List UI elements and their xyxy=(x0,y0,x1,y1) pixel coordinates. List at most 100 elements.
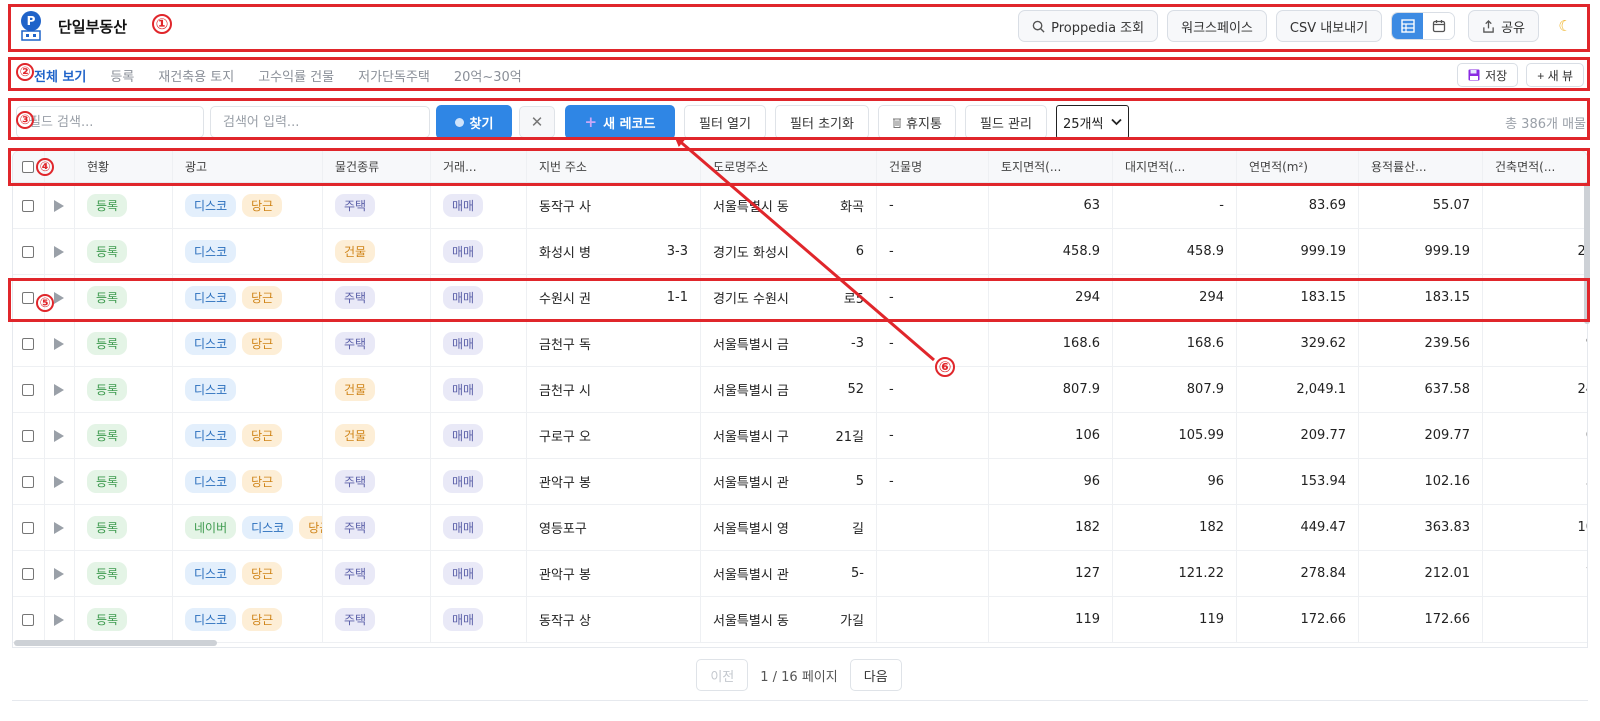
grid-view-icon[interactable] xyxy=(1392,13,1424,39)
land-area-value: 127 xyxy=(1075,566,1100,581)
column-header[interactable]: 연면적(m²) xyxy=(1237,151,1359,182)
tab-registered[interactable]: 등록 xyxy=(110,66,134,85)
jibun-address-text: 관악구 봉 xyxy=(539,568,591,583)
road-address-tail: 21길 xyxy=(835,430,864,445)
property-type-cell: 건물 xyxy=(323,229,431,274)
property-type-badge: 건물 xyxy=(335,378,376,401)
table-row[interactable]: 등록 디스코 당근 주택 매매 관악구 봉 서울특별시 관 5 - 96 96 153.94 102.1… xyxy=(13,459,1587,505)
expand-triangle-icon[interactable] xyxy=(54,475,64,488)
page-size-select[interactable]: 25개씩 xyxy=(1056,105,1130,139)
table-row[interactable]: 등록 디스코 당근 주택 매매 동작구 상 서울특별시 동 가길 119 119 172.66 172… xyxy=(13,597,1587,643)
calendar-view-icon[interactable] xyxy=(1423,13,1455,39)
row-checkbox[interactable] xyxy=(22,245,34,258)
status-cell: 등록 xyxy=(75,505,173,550)
column-header[interactable]: 현황 xyxy=(75,151,173,182)
horizontal-scrollbar[interactable] xyxy=(14,640,217,646)
row-checkbox[interactable] xyxy=(22,337,34,350)
column-header[interactable]: 건축면적(... xyxy=(1483,151,1587,182)
row-select-cell xyxy=(13,229,45,274)
row-checkbox[interactable] xyxy=(22,383,34,396)
table-row[interactable]: 등록 디스코 건물 매매 금천구 시 서울특별시 금 52 - 807.9 807.9 2,049.… xyxy=(13,367,1587,413)
share-icon xyxy=(1483,19,1494,33)
table-row[interactable]: 등록 디스코 당근 주택 매매 관악구 봉 서울특별시 관 5- 127 121.22 278.84… xyxy=(13,551,1587,597)
new-record-button[interactable]: + 새 레코드 xyxy=(565,105,675,139)
find-button[interactable]: 찾기 xyxy=(436,105,512,139)
expand-triangle-icon[interactable] xyxy=(54,199,64,212)
column-header[interactable]: 토지면적(... xyxy=(989,151,1113,182)
floor-area-value: 172.66 xyxy=(1300,612,1347,627)
row-checkbox[interactable] xyxy=(22,199,34,212)
far-area-value: 172.66 xyxy=(1424,612,1471,627)
tab-price-range[interactable]: 20억~30억 xyxy=(454,66,522,85)
table-row[interactable]: 등록 네이버디스코당근 주택 매매 영등포구 서울특별시 영 길 182 182 449.47 36… xyxy=(13,505,1587,551)
row-checkbox[interactable] xyxy=(22,613,34,626)
clear-search-button[interactable]: ✕ xyxy=(519,106,555,138)
expand-triangle-icon[interactable] xyxy=(54,245,64,258)
table-row[interactable]: 등록 디스코 당근 주택 매매 금천구 독 서울특별시 금 -3 - 168.6 168.6 329.… xyxy=(13,321,1587,367)
tab-low-price-house[interactable]: 저가단독주택 xyxy=(358,66,430,85)
expand-triangle-icon[interactable] xyxy=(54,521,64,534)
floor-area-value: 83.69 xyxy=(1308,198,1346,213)
column-header[interactable]: 도로명주소 xyxy=(701,151,877,182)
column-header[interactable]: 광고 xyxy=(173,151,323,182)
row-checkbox[interactable] xyxy=(22,567,34,580)
new-view-button[interactable]: + 새 뷰 xyxy=(1526,63,1584,87)
row-checkbox[interactable] xyxy=(22,291,34,304)
expand-triangle-icon[interactable] xyxy=(54,429,64,442)
csv-export-button[interactable]: CSV 내보내기 xyxy=(1275,10,1383,42)
building-name-text: - xyxy=(889,474,894,489)
next-page-button[interactable]: 다음 xyxy=(849,659,902,691)
land-area-value-cell: 168.6 xyxy=(989,321,1113,366)
open-filter-button[interactable]: 필터 열기 xyxy=(684,105,766,139)
save-view-button[interactable]: 저장 xyxy=(1457,63,1519,87)
column-header[interactable]: 거래... xyxy=(431,151,527,182)
row-select-cell xyxy=(13,183,45,228)
expand-triangle-icon[interactable] xyxy=(54,613,64,626)
road-address-text: 서울특별시 영 xyxy=(713,522,789,537)
manage-fields-button[interactable]: 필드 관리 xyxy=(965,105,1047,139)
column-header[interactable]: 물건종류 xyxy=(323,151,431,182)
road-address-text: 서울특별시 동 xyxy=(713,614,789,629)
tab-redevelopment-land[interactable]: 재건축용 토지 xyxy=(158,66,234,85)
land-area-value: 458.9 xyxy=(1062,244,1100,259)
property-type-badge: 주택 xyxy=(335,608,376,631)
property-type-cell: 주택 xyxy=(323,459,431,504)
table-row[interactable]: 등록 디스코 당근 건물 매매 구로구 오 서울특별시 구 21길 - 106 105.99 209.… xyxy=(13,413,1587,459)
column-header[interactable]: 대지면적(... xyxy=(1113,151,1237,182)
row-checkbox[interactable] xyxy=(22,521,34,534)
expand-triangle-icon[interactable] xyxy=(54,383,64,396)
expand-triangle-icon[interactable] xyxy=(54,291,64,304)
dark-mode-moon-icon[interactable]: ☾ xyxy=(1548,17,1582,35)
far-area-value: 102.16 xyxy=(1424,474,1471,489)
select-all-checkbox[interactable] xyxy=(22,160,34,173)
tab-all[interactable]: 전체 보기 xyxy=(34,66,86,85)
table-row[interactable]: 등록 디스코 당근 주택 매매 수원시 권 1-1 경기도 수원시 로5 - 294 294 183.1… xyxy=(13,275,1587,321)
prev-page-button[interactable]: 이전 xyxy=(696,659,749,691)
column-header[interactable]: 건물명 xyxy=(877,151,989,182)
row-checkbox[interactable] xyxy=(22,475,34,488)
site-area-value: 105.99 xyxy=(1178,428,1225,443)
reset-filter-button[interactable]: 필터 초기화 xyxy=(775,105,869,139)
trash-button[interactable]: 휴지통 xyxy=(878,105,956,139)
table-row[interactable]: 등록 디스코당근 주택 매매 동작구 사 서울특별시 동 화곡 - 63 - 83.69 55.07 2 xyxy=(13,183,1587,229)
keyword-input[interactable] xyxy=(210,106,430,138)
plus-icon: + xyxy=(584,113,598,131)
status-badge: 등록 xyxy=(87,470,128,493)
column-header[interactable]: 용적률산... xyxy=(1359,151,1483,182)
tab-high-yield-building[interactable]: 고수익률 건물 xyxy=(258,66,334,85)
status-badge: 등록 xyxy=(87,240,128,263)
proppedia-search-button[interactable]: Proppedia 조회 xyxy=(1018,10,1159,42)
ad-channel-badge: 네이버 xyxy=(185,516,237,539)
share-button[interactable]: 공유 xyxy=(1468,10,1539,42)
site-area-value: 458.9 xyxy=(1186,244,1224,259)
table-row[interactable]: 등록 디스코 건물 매매 화성시 병 3-3 경기도 화성시 6 - 458.9 458.9 999.… xyxy=(13,229,1587,275)
column-header[interactable]: 지번 주소 xyxy=(527,151,701,182)
row-checkbox[interactable] xyxy=(22,429,34,442)
vertical-scrollbar[interactable] xyxy=(1584,182,1590,324)
expand-triangle-icon[interactable] xyxy=(54,337,64,350)
site-area-value: 121.22 xyxy=(1178,566,1225,581)
field-search-input[interactable] xyxy=(16,106,204,138)
expand-triangle-icon[interactable] xyxy=(54,567,64,580)
workspace-button[interactable]: 워크스페이스 xyxy=(1167,10,1267,42)
status-badge: 등록 xyxy=(87,378,128,401)
